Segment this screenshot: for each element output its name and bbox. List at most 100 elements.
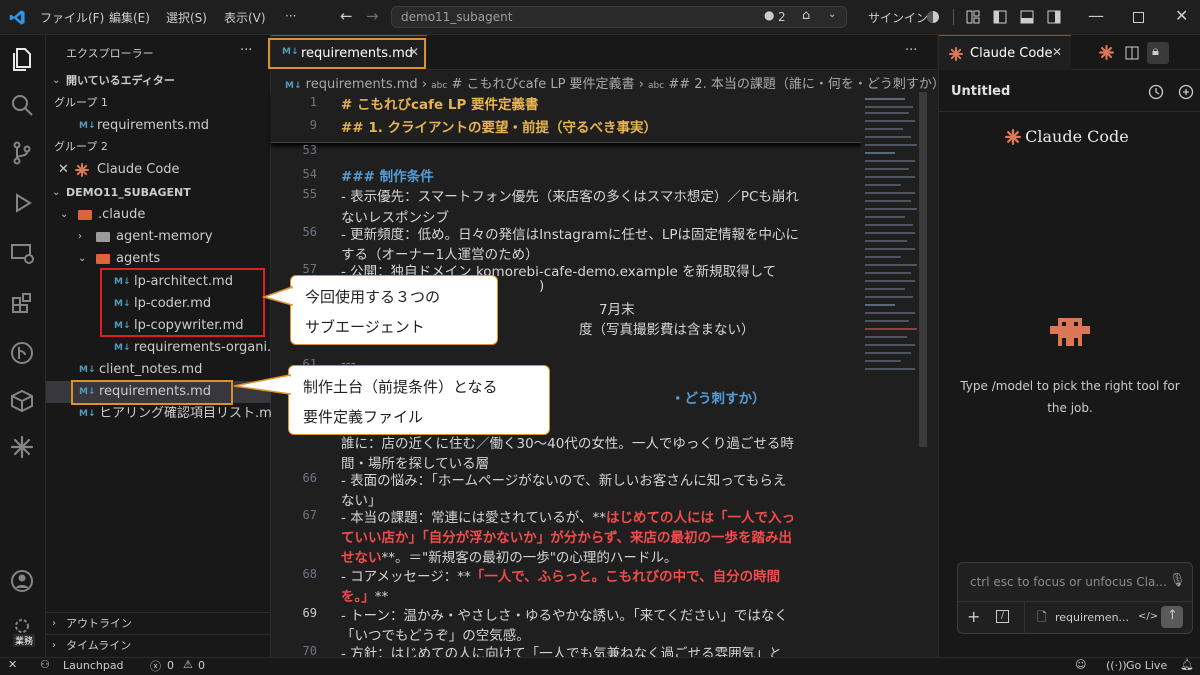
claude-spark-icon[interactable] (8, 433, 36, 461)
tab-claude-code[interactable]: Claude Code ✕ (939, 35, 1071, 70)
remote-explorer-icon[interactable] (8, 239, 36, 267)
chevron-down-icon[interactable]: ⌄ (828, 9, 836, 20)
code-line: - コアメッセージ：**「一人で、ふらっと。こもれびの中で、自分の時間 (341, 565, 780, 585)
file-icon: 🗋︎ (1037, 610, 1047, 624)
minimize-icon[interactable]: — (1088, 6, 1104, 25)
tree-item-agent-memory[interactable]: › agent-memory (46, 226, 271, 248)
claude-spark-icon[interactable] (1099, 45, 1114, 60)
lock-button[interactable]: 🔒︎ (1147, 42, 1169, 64)
copilot-icon[interactable]: ☺ (1075, 658, 1086, 671)
back-arrow-icon[interactable]: ← (340, 7, 353, 25)
tree-item-hearing[interactable]: M↓ ヒアリング確認項目リスト.md (46, 403, 280, 425)
copilot-chat-icon[interactable]: ⌂ (802, 8, 810, 23)
project-name: DEMO11_SUBAGENT (66, 186, 191, 199)
explorer-title: エクスプローラー (66, 47, 154, 60)
minimap[interactable] (861, 92, 927, 657)
subagents-highlight-box (100, 268, 265, 337)
breadcrumb-h1[interactable]: # こもれびcafe LP 要件定義書 (452, 77, 635, 92)
minimap-line (865, 120, 915, 122)
menu-more[interactable]: ··· (285, 9, 296, 23)
remote-icon[interactable]: ✕ (8, 658, 17, 671)
split-editor-icon[interactable] (1125, 46, 1139, 60)
sticky-heading-2[interactable]: ## 1. クライアントの要望・前提（守るべき事実） (341, 116, 657, 136)
forward-arrow-icon[interactable]: → (366, 7, 379, 25)
notifications-bell-icon[interactable]: 🔔︎ (1180, 658, 1194, 671)
vscode-logo-icon (9, 10, 25, 25)
open-editor-claude-code[interactable]: ✕ Claude Code (46, 159, 271, 181)
layout-custom-icon[interactable] (966, 10, 980, 24)
project-header[interactable]: ⌄ DEMO11_SUBAGENT (46, 182, 271, 204)
close-icon[interactable]: ✕ (1052, 45, 1062, 59)
title-bar: ファイル(F) 編集(E) 選択(S) 表示(V) ··· ← → demo11… (0, 0, 1200, 35)
code-selection-icon[interactable]: </> (1138, 611, 1158, 622)
open-editors-header[interactable]: ⌄ 開いているエディター (46, 70, 271, 92)
extensions-icon[interactable] (8, 289, 36, 317)
breadcrumb-file[interactable]: requirements.md (306, 77, 418, 92)
code-line: 7月末 (599, 302, 635, 318)
menu-view[interactable]: 表示(V) (224, 9, 266, 26)
context-file-chip[interactable]: requiremen... (1055, 611, 1129, 624)
breadcrumb-h2[interactable]: ## 2. 本当の課題（誰に・何を・どう刺すか） (668, 77, 944, 92)
bold-red-text: せない (341, 550, 382, 566)
scrollbar-thumb[interactable] (919, 92, 927, 447)
minimap-line (865, 106, 913, 108)
toggle-secondary-sidebar-icon[interactable] (1047, 10, 1061, 24)
run-debug-icon[interactable] (8, 189, 36, 217)
accounts-icon[interactable] (8, 567, 36, 595)
send-button[interactable]: ↑ (1161, 606, 1183, 628)
account-theme-icon[interactable] (926, 10, 940, 24)
open-editor-requirements[interactable]: M↓ requirements.md (46, 115, 271, 137)
microphone-icon[interactable]: 🎙︎ (1169, 573, 1186, 588)
minimap-line (865, 296, 913, 298)
menu-file[interactable]: ファイル(F) (40, 9, 104, 26)
warning-count[interactable]: 0 (198, 659, 205, 672)
package-icon[interactable] (8, 387, 36, 415)
line-number: 69 (302, 606, 317, 620)
code-line: - 表示優先：スマートフォン優先（来店客の多くはスマホ想定）／PCも崩れ (341, 189, 799, 205)
explorer-icon[interactable] (8, 45, 36, 73)
chat-input-box[interactable]: ctrl esc to focus or unfocus Cla... 🎙︎ +… (957, 562, 1193, 634)
command-center[interactable]: demo11_subagent ● 2 ⌂ ⌄ (391, 6, 847, 28)
gitlens-icon[interactable] (8, 339, 36, 367)
maximize-icon[interactable] (1133, 12, 1144, 23)
explorer-more-button[interactable]: ··· (240, 43, 252, 58)
tree-item-requirements-organizer[interactable]: M↓ requirements-organi... (46, 337, 279, 359)
search-icon[interactable] (8, 91, 36, 119)
launchpad-button[interactable]: Launchpad (63, 659, 124, 672)
go-live-button[interactable]: Go Live (1126, 659, 1167, 672)
close-window-icon[interactable]: ✕ (1175, 6, 1188, 25)
editor-more-button[interactable]: ··· (905, 43, 917, 58)
code-text: **。＝"新規客の最初の一歩"の心理的ハードル。 (381, 550, 678, 566)
timeline-header[interactable]: › タイムライン (46, 635, 271, 657)
outline-header[interactable]: › アウトライン (46, 613, 271, 635)
tree-item-claude[interactable]: ⌄ .claude (46, 204, 271, 226)
timeline-label: タイムライン (66, 639, 132, 652)
tree-item-agents[interactable]: ⌄ agents (46, 248, 271, 270)
code-line: せない**。＝"新規客の最初の一歩"の心理的ハードル。 (341, 546, 677, 566)
menu-selection[interactable]: 選択(S) (166, 9, 207, 26)
claude-spark-icon (75, 163, 89, 177)
toggle-sidebar-icon[interactable] (993, 10, 1007, 24)
minimap-line (865, 240, 907, 242)
history-icon[interactable] (1148, 84, 1164, 100)
tree-item-agents-label: agents (116, 251, 161, 266)
sticky-heading-1[interactable]: # こもれびcafe LP 要件定義書 (341, 93, 539, 113)
new-chat-icon[interactable] (1178, 84, 1194, 100)
code-text: - コアメッセージ：** (341, 569, 471, 585)
broadcast-icon: ((·)) (1106, 659, 1127, 672)
menu-edit[interactable]: 編集(E) (109, 9, 150, 26)
add-context-icon[interactable]: + (967, 607, 980, 626)
minimap-line (865, 160, 915, 162)
slash-command-icon[interactable]: / (996, 610, 1009, 623)
signin-button[interactable]: サインイン (868, 9, 928, 26)
toggle-panel-icon[interactable] (1020, 10, 1034, 24)
close-icon[interactable]: ✕ (58, 159, 69, 181)
callout-subagents: 今回使用する３つの サブエージェント (290, 275, 498, 345)
group-2-text: グループ 2 (54, 140, 108, 153)
bold-red-text: ていい店か」「自分が浮かないか」が分からず、来店の最初の一歩を踏み出 (341, 530, 793, 546)
error-count[interactable]: 0 (167, 659, 174, 672)
chevron-down-icon: ⌄ (78, 253, 87, 264)
session-title: Untitled (951, 84, 1011, 99)
chevron-right-icon: › (52, 618, 56, 629)
source-control-icon[interactable] (8, 139, 36, 167)
